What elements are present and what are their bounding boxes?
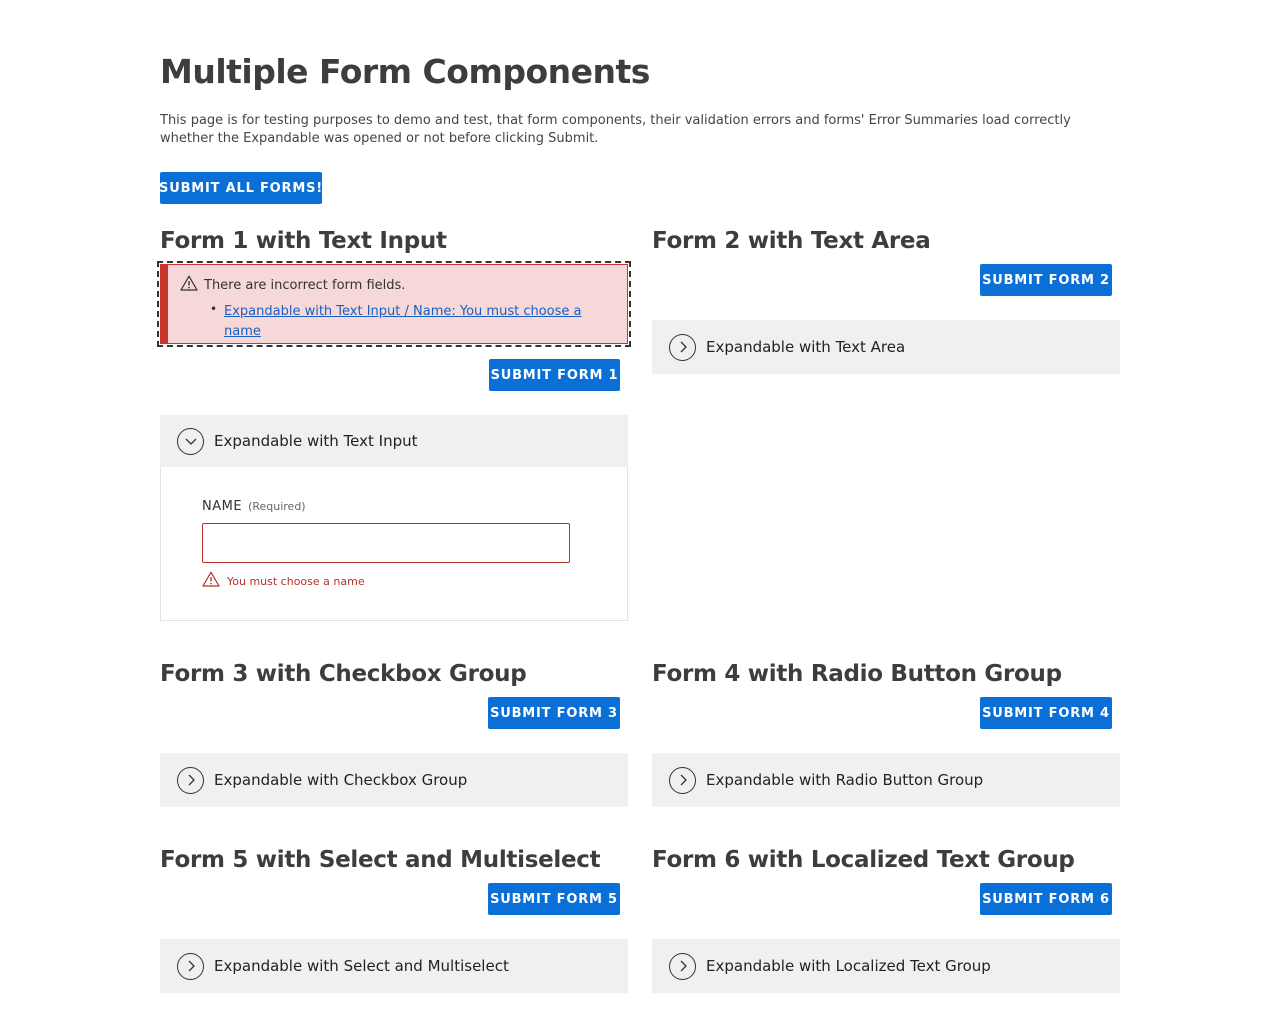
- expandable-radio-button-group-header[interactable]: Expandable with Radio Button Group: [652, 753, 1120, 807]
- expandable-text-input-header[interactable]: Expandable with Text Input: [160, 415, 628, 467]
- expandable-label: Expandable with Localized Text Group: [706, 957, 991, 975]
- form-1-title: Form 1 with Text Input: [160, 228, 447, 254]
- expandable-label: Expandable with Text Area: [706, 338, 906, 356]
- name-field-error: You must choose a name: [202, 571, 365, 591]
- name-input[interactable]: [202, 523, 570, 563]
- chevron-right-circle-icon: [177, 766, 204, 794]
- list-bullet: •: [210, 302, 218, 316]
- name-error-text: You must choose a name: [227, 574, 365, 588]
- name-label-text: NAME: [202, 499, 243, 514]
- error-summary-heading-text: There are incorrect form fields.: [204, 277, 406, 293]
- chevron-down-circle-icon: [177, 427, 204, 455]
- page-title: Multiple Form Components: [160, 52, 650, 91]
- expandable-localized-text-group-header[interactable]: Expandable with Localized Text Group: [652, 939, 1120, 993]
- form-5-title: Form 5 with Select and Multiselect: [160, 847, 601, 873]
- expandable-text-input-body: NAME (Required) You must choose a name: [160, 467, 628, 621]
- expandable-label: Expandable with Select and Multiselect: [214, 957, 509, 975]
- submit-form-6-button[interactable]: SUBMIT FORM 6: [980, 883, 1112, 915]
- submit-form-3-button[interactable]: SUBMIT FORM 3: [488, 697, 620, 729]
- submit-form-1-button[interactable]: SUBMIT FORM 1: [489, 359, 620, 391]
- expandable-label: Expandable with Text Input: [214, 432, 418, 450]
- expandable-label: Expandable with Radio Button Group: [706, 771, 984, 789]
- chevron-right-circle-icon: [669, 766, 696, 794]
- submit-form-5-button[interactable]: SUBMIT FORM 5: [488, 883, 620, 915]
- error-summary-link[interactable]: Expandable with Text Input / Name: You m…: [224, 304, 582, 339]
- submit-form-2-button[interactable]: SUBMIT FORM 2: [980, 264, 1112, 296]
- expandable-label: Expandable with Checkbox Group: [214, 771, 468, 789]
- form-2-title: Form 2 with Text Area: [652, 228, 931, 254]
- form-4-title: Form 4 with Radio Button Group: [652, 661, 1062, 687]
- warning-triangle-icon: [202, 571, 220, 591]
- name-field-label: NAME (Required): [202, 499, 306, 514]
- submit-all-forms-button[interactable]: SUBMIT ALL FORMS!: [159, 172, 322, 204]
- warning-triangle-icon: [180, 275, 198, 295]
- error-summary: There are incorrect form fields. • Expan…: [157, 261, 631, 347]
- submit-form-4-button[interactable]: SUBMIT FORM 4: [980, 697, 1112, 729]
- chevron-right-circle-icon: [669, 952, 696, 980]
- error-summary-list: • Expandable with Text Input / Name: You…: [210, 300, 604, 340]
- expandable-select-multiselect-header[interactable]: Expandable with Select and Multiselect: [160, 939, 628, 993]
- required-indicator: (Required): [248, 500, 306, 513]
- error-summary-heading: There are incorrect form fields.: [180, 275, 405, 295]
- expandable-checkbox-group-header[interactable]: Expandable with Checkbox Group: [160, 753, 628, 807]
- chevron-right-circle-icon: [177, 952, 204, 980]
- form-3-title: Form 3 with Checkbox Group: [160, 661, 527, 687]
- page-intro: This page is for testing purposes to dem…: [160, 113, 1071, 146]
- form-6-title: Form 6 with Localized Text Group: [652, 847, 1075, 873]
- chevron-right-circle-icon: [669, 333, 696, 361]
- expandable-text-area-header[interactable]: Expandable with Text Area: [652, 320, 1120, 374]
